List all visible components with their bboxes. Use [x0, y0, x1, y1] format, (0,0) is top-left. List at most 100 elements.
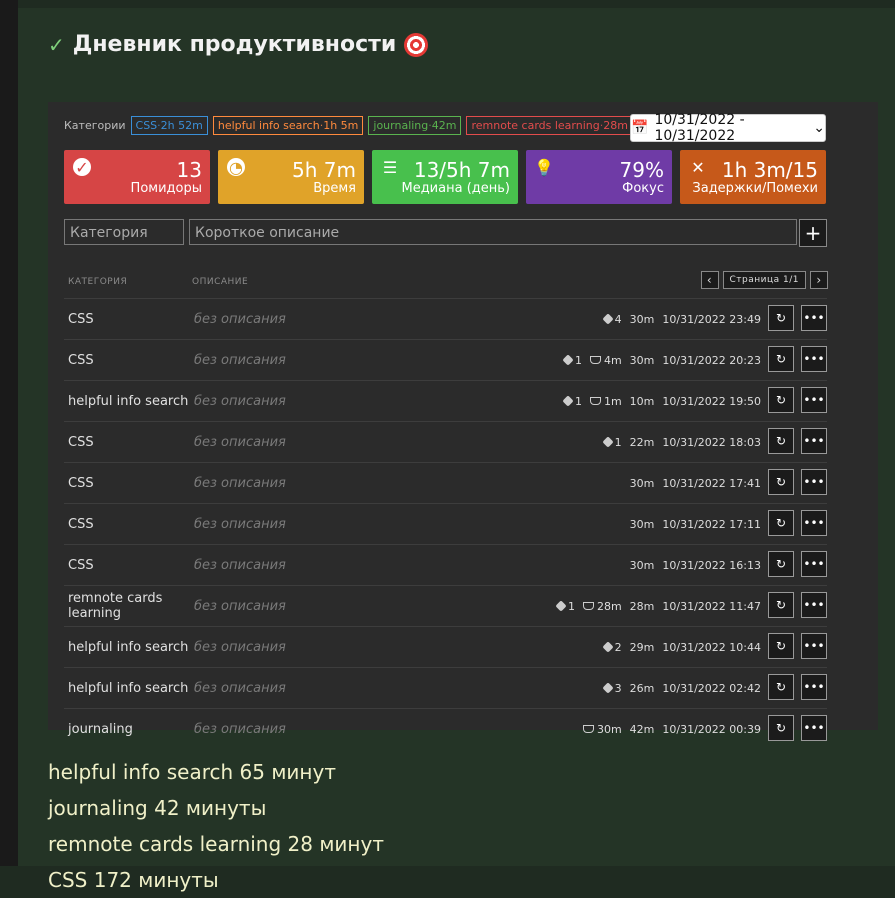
stat-value: 13	[176, 158, 202, 182]
datetime: 10/31/2022 10:44	[662, 640, 761, 654]
add-entry-button[interactable]: +	[799, 219, 827, 247]
row-description: без описания	[194, 516, 286, 532]
redo-icon: ↻	[775, 557, 787, 571]
more-options-button[interactable]: •••	[801, 387, 827, 413]
datetime: 10/31/2022 17:11	[662, 517, 761, 531]
category-chip-helpful-info-search[interactable]: helpful info search·1h 5m	[212, 116, 364, 135]
row-category: CSS	[68, 434, 94, 450]
left-gutter	[0, 0, 18, 866]
row-category: helpful info search	[68, 639, 189, 655]
more-options-button[interactable]: •••	[801, 592, 827, 618]
repeat-button[interactable]: ↻	[768, 510, 794, 536]
more-options-button[interactable]: •••	[801, 551, 827, 577]
duration: 30m	[629, 312, 655, 326]
phone-icon	[602, 682, 614, 694]
stat-label: Время	[313, 181, 356, 196]
duration: 10m	[629, 394, 655, 408]
table-row: CSS без описания 30m 10/31/2022 17:41 ↻ •••	[64, 462, 827, 503]
row-category: helpful info search	[68, 680, 189, 696]
row-description: без описания	[194, 311, 286, 327]
break-time: 28m	[582, 600, 622, 613]
redo-icon: ↻	[775, 639, 787, 653]
row-meta: 30m 10/31/2022 17:11	[630, 504, 761, 544]
category-input[interactable]: Категория	[64, 219, 184, 245]
row-description: без описания	[194, 557, 286, 573]
phone-icon	[602, 436, 614, 448]
description-input[interactable]: Короткое описание	[189, 219, 797, 245]
repeat-button[interactable]: ↻	[768, 428, 794, 454]
repeat-button[interactable]: ↻	[768, 674, 794, 700]
stat-label: Фокус	[622, 181, 664, 196]
repeat-button[interactable]: ↻	[768, 592, 794, 618]
break-time: 4m	[589, 354, 622, 367]
row-category: CSS	[68, 557, 94, 573]
more-options-button[interactable]: •••	[801, 715, 827, 741]
repeat-button[interactable]: ↻	[768, 346, 794, 372]
table-row: helpful info search без описания 3 26m 10/31…	[64, 667, 827, 708]
clock-icon: ◔	[227, 158, 245, 177]
phone-icon	[602, 313, 614, 325]
row-meta: 1 1m 10m 10/31/2022 19:50	[562, 381, 761, 421]
duration: 30m	[629, 558, 655, 572]
redo-icon: ↻	[775, 680, 787, 694]
stat-value: 1h 3m/15	[721, 158, 818, 182]
ellipsis-icon: •••	[803, 475, 825, 489]
phone-icon	[602, 641, 614, 653]
break-time: 1m	[589, 395, 622, 408]
tracker-panel: Категории CSS·2h 52m helpful info search…	[48, 102, 878, 741]
plus-icon: +	[804, 221, 822, 245]
more-options-button[interactable]: •••	[801, 428, 827, 454]
row-category: journaling	[68, 721, 133, 737]
table-row: CSS без описания 1 22m 10/31/2022 18:03 ↻ •••	[64, 421, 827, 462]
more-options-button[interactable]: •••	[801, 305, 827, 331]
pagination: ‹ Страница 1/1 ›	[700, 271, 828, 289]
row-category: CSS	[68, 516, 94, 532]
category-chip-remnote-cards-learning[interactable]: remnote cards learning·28m	[466, 116, 633, 135]
datetime: 10/31/2022 23:49	[662, 312, 761, 326]
stat-value: 5h 7m	[292, 158, 356, 182]
duration: 30m	[629, 353, 655, 367]
more-options-button[interactable]: •••	[801, 674, 827, 700]
more-options-button[interactable]: •••	[801, 510, 827, 536]
redo-icon: ↻	[775, 352, 787, 366]
row-category: remnote cards learning	[68, 591, 163, 621]
coffee-cup-icon	[589, 397, 601, 405]
date-range-text: 10/31/2022 - 10/31/2022	[654, 112, 745, 144]
chevron-right-icon: ›	[816, 273, 822, 287]
page-title: Дневник продуктивности	[72, 32, 397, 57]
row-description: без описания	[194, 598, 286, 614]
repeat-button[interactable]: ↻	[768, 715, 794, 741]
more-options-button[interactable]: •••	[801, 469, 827, 495]
duration: 42m	[629, 722, 655, 736]
row-description: без описания	[194, 680, 286, 696]
calls-count: 1	[562, 395, 582, 408]
calls-count: 2	[602, 641, 622, 654]
category-chip-journaling[interactable]: journaling·42m	[368, 116, 462, 135]
calls-count: 1	[562, 354, 582, 367]
ellipsis-icon: •••	[803, 639, 825, 653]
categories-label: Категории	[64, 119, 126, 132]
repeat-button[interactable]: ↻	[768, 469, 794, 495]
datetime: 10/31/2022 11:47	[662, 599, 761, 613]
more-options-button[interactable]: •••	[801, 633, 827, 659]
repeat-button[interactable]: ↻	[768, 305, 794, 331]
row-meta: 1 4m 30m 10/31/2022 20:23	[562, 340, 761, 380]
next-page-button[interactable]: ›	[810, 271, 828, 289]
summary-line: helpful info search 65 минут	[48, 760, 336, 784]
more-options-button[interactable]: •••	[801, 346, 827, 372]
page-header: ✓ Дневник продуктивности	[48, 32, 429, 57]
ellipsis-icon: •••	[803, 721, 825, 735]
repeat-button[interactable]: ↻	[768, 387, 794, 413]
category-chip-css[interactable]: CSS·2h 52m	[130, 116, 208, 135]
table-row: CSS без описания 1 4m 30m 10/31/2022 20:23 ↻ ••…	[64, 339, 827, 380]
ellipsis-icon: •••	[803, 393, 825, 407]
category-summary: helpful info search 65 минут journaling …	[48, 754, 384, 898]
coffee-cup-icon	[582, 725, 594, 733]
table-row: helpful info search без описания 1 1m 10m 10/…	[64, 380, 827, 421]
repeat-button[interactable]: ↻	[768, 633, 794, 659]
stat-card-time: ◔ 5h 7m Время	[218, 150, 364, 204]
repeat-button[interactable]: ↻	[768, 551, 794, 577]
stat-value: 79%	[619, 158, 664, 182]
prev-page-button[interactable]: ‹	[700, 271, 719, 289]
date-range-button[interactable]: 📅 10/31/2022 - 10/31/2022 ⌄	[630, 112, 826, 144]
